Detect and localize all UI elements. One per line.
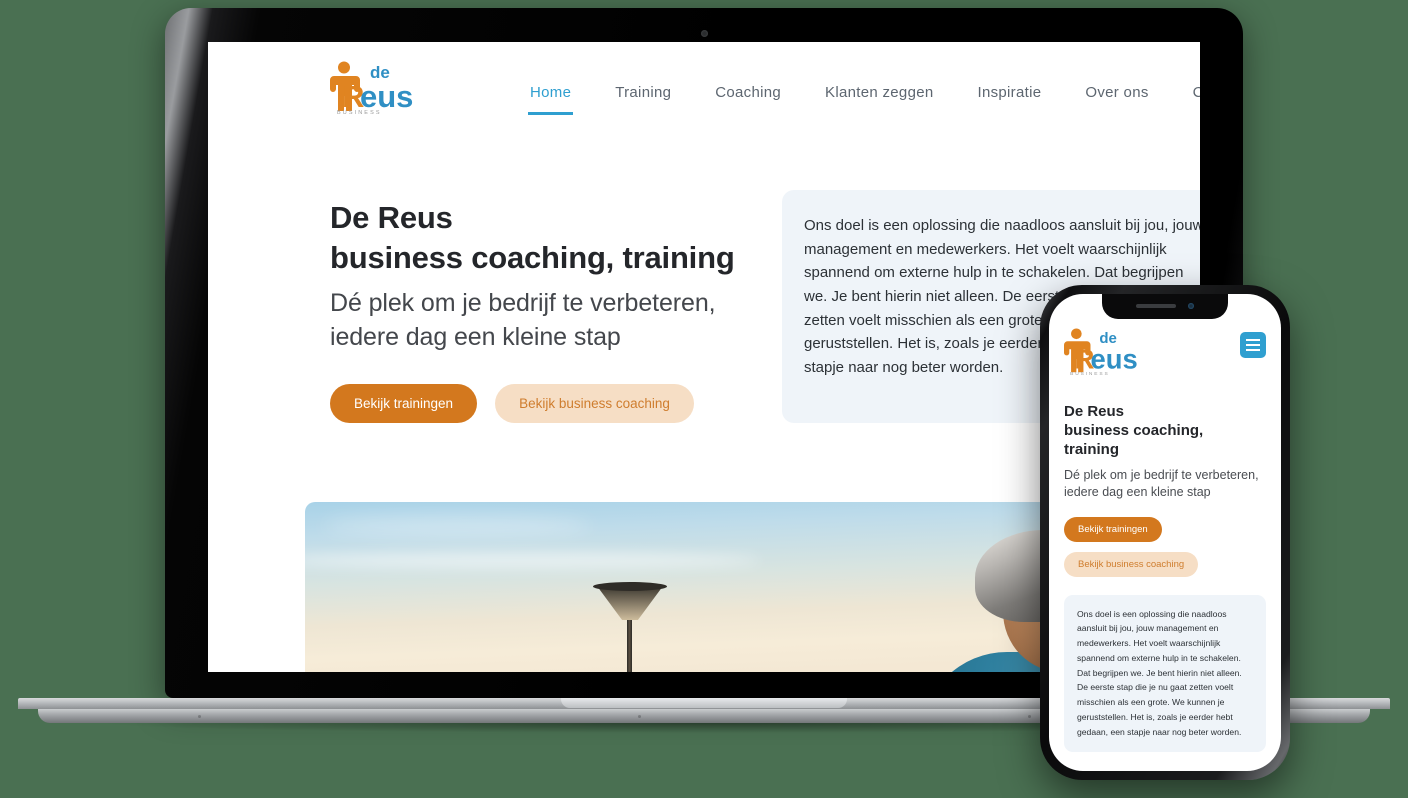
- phone-bekijk-trainingen-button[interactable]: Bekijk trainingen: [1064, 516, 1162, 542]
- nav-item-over-ons[interactable]: Over ons: [1063, 84, 1170, 115]
- svg-text:eus: eus: [1091, 344, 1138, 375]
- de-reus-logo-mobile[interactable]: R de eus BUSINESS: [1064, 326, 1140, 376]
- photo-cloud: [322, 515, 592, 536]
- hero-subtitle: Dé plek om je bedrijf te verbeteren, ied…: [330, 287, 760, 354]
- laptop-base-foot: [638, 715, 641, 718]
- phone-camera-icon: [1188, 303, 1194, 309]
- phone-intro-panel: Ons doel is een oplossing die naadloos a…: [1064, 594, 1266, 752]
- streetlamp-cap: [593, 582, 667, 591]
- svg-text:BUSINESS: BUSINESS: [1070, 371, 1109, 376]
- hero-title: De Reus business coaching, training: [330, 198, 760, 277]
- nav-item-training[interactable]: Training: [593, 84, 693, 115]
- laptop-base-foot: [198, 715, 201, 718]
- hero-button-row: Bekijk trainingen Bekijk business coachi…: [330, 384, 760, 424]
- streetlamp-pole: [627, 612, 632, 672]
- hero-copy: De Reus business coaching, training Dé p…: [330, 190, 760, 424]
- nav-item-klanten-zeggen[interactable]: Klanten zeggen: [803, 84, 955, 115]
- laptop-base-notch: [561, 698, 847, 708]
- hamburger-bar: [1246, 344, 1260, 346]
- phone-mockup: R de eus BUSINESS De Reus business coach…: [1040, 285, 1290, 780]
- laptop-base-foot: [1028, 715, 1031, 718]
- hero-title-line1: De Reus: [330, 200, 453, 235]
- phone-intro-text: Ons doel is een oplossing die naadloos a…: [1077, 608, 1242, 737]
- de-reus-logo[interactable]: R de eus BUSINESS: [330, 59, 416, 115]
- bekijk-business-coaching-button[interactable]: Bekijk business coaching: [495, 384, 694, 424]
- nav-item-contact[interactable]: Contact: [1171, 84, 1200, 115]
- phone-header: R de eus BUSINESS: [1064, 326, 1266, 376]
- hero-subtitle-line1: Dé plek om je bedrijf te verbeteren,: [330, 289, 716, 318]
- hero-subtitle-line2: iedere dag een kleine stap: [330, 322, 621, 351]
- phone-bekijk-business-coaching-button[interactable]: Bekijk business coaching: [1064, 551, 1199, 577]
- nav-item-inspiratie[interactable]: Inspiratie: [956, 84, 1064, 115]
- phone-notch: [1102, 294, 1228, 319]
- phone-title-line3: training: [1064, 441, 1119, 459]
- phone-hero-subtitle: Dé plek om je bedrijf te verbeteren, ied…: [1064, 467, 1259, 499]
- phone-button-row: Bekijk trainingen Bekijk business coachi…: [1064, 516, 1266, 577]
- phone-content: R de eus BUSINESS De Reus business coach…: [1049, 294, 1281, 752]
- phone-title-line1: De Reus: [1064, 403, 1125, 420]
- phone-hero-title: De Reus business coaching, training: [1064, 402, 1266, 460]
- laptop-camera-icon: [700, 30, 708, 37]
- svg-text:eus: eus: [360, 79, 413, 114]
- phone-speaker-icon: [1136, 304, 1176, 308]
- svg-text:BUSINESS: BUSINESS: [337, 110, 382, 115]
- nav-item-coaching[interactable]: Coaching: [693, 84, 803, 115]
- hamburger-bar: [1246, 339, 1260, 341]
- bekijk-trainingen-button[interactable]: Bekijk trainingen: [330, 384, 478, 424]
- hamburger-menu-icon[interactable]: [1240, 332, 1266, 358]
- hamburger-bar: [1246, 349, 1260, 351]
- phone-title-line2: business coaching,: [1064, 422, 1204, 440]
- main-navigation: Home Training Coaching Klanten zeggen In…: [508, 59, 1200, 115]
- hero-title-line2: business coaching, training: [330, 239, 735, 275]
- phone-screen: R de eus BUSINESS De Reus business coach…: [1049, 294, 1281, 771]
- site-header: R de eus BUSINESS Home Training Coaching…: [208, 42, 1200, 132]
- nav-item-home[interactable]: Home: [508, 84, 593, 115]
